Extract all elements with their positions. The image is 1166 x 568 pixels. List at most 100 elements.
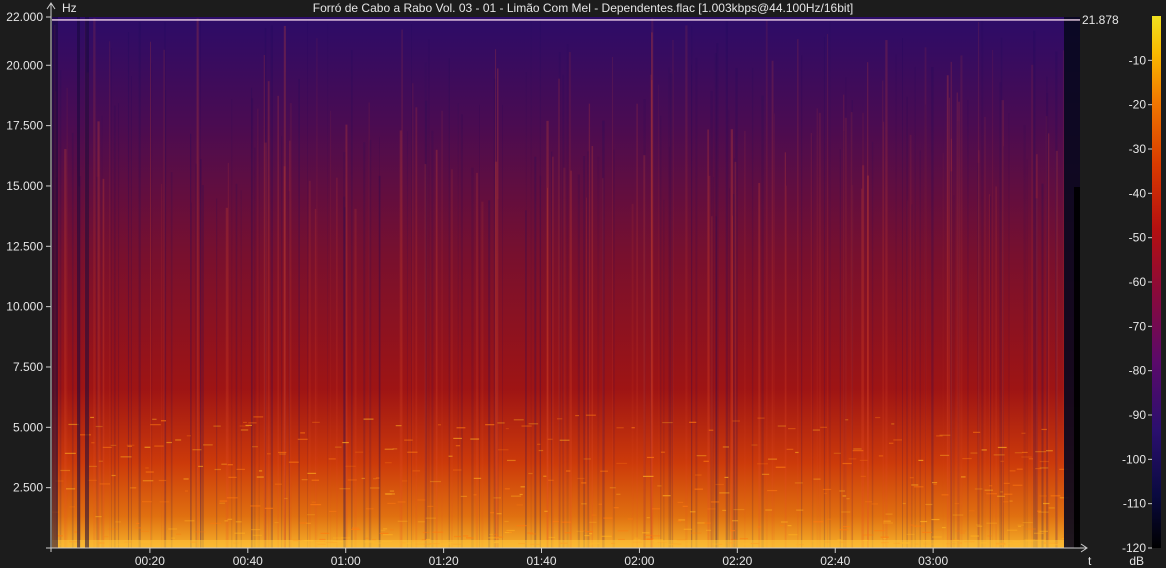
spectrogram-speckle <box>838 529 849 531</box>
spectrogram-streak <box>744 130 746 548</box>
spectrogram-streak <box>660 115 662 548</box>
spectrogram-speckle <box>339 488 351 490</box>
spectrogram-speckle <box>489 533 494 536</box>
y-tick-label: 10.000 <box>6 300 43 314</box>
spectrogram-speckle <box>361 477 365 480</box>
spectrogram-speckle <box>757 463 768 465</box>
spectrogram-speckle <box>984 489 993 491</box>
spectrogram-speckle <box>397 501 406 503</box>
spectrogram-streak <box>882 121 885 548</box>
chart-title: Forró de Cabo a Rabo Vol. 03 - 01 - Limã… <box>313 1 853 15</box>
spectrogram-streak <box>216 198 218 548</box>
spectrogram-speckle <box>490 512 495 514</box>
spectrogram-streak <box>424 62 427 549</box>
spectrogram-streak <box>730 129 733 548</box>
spectrogram-streak <box>308 180 311 548</box>
spectrogram-speckle <box>264 507 274 509</box>
spectrogram-speckle <box>662 495 671 497</box>
spectrogram-speckle <box>585 414 596 416</box>
spectrogram-speckle <box>618 538 625 541</box>
spectrogram-speckle <box>1003 501 1009 503</box>
spectrogram-streak <box>948 97 950 548</box>
spectrogram-streak <box>345 124 348 549</box>
spectrogram-speckle <box>111 474 116 477</box>
spectrogram-speckle <box>733 508 745 511</box>
y-tick-label: 22.000 <box>6 10 43 24</box>
spectrogram-speckle <box>724 476 729 479</box>
spectrogram-streak <box>751 67 754 548</box>
spectrogram-speckle <box>918 459 924 462</box>
spectrogram-speckle <box>69 506 76 508</box>
spectrogram-speckle <box>1009 500 1013 502</box>
spectrogram-speckle <box>384 448 394 450</box>
spectrogram-speckle <box>765 509 773 511</box>
spectrogram-speckle <box>219 500 228 502</box>
spectrogram-speckle <box>543 475 547 477</box>
spectrogram-speckle <box>970 452 978 454</box>
y-tick-label: 5.000 <box>13 420 43 434</box>
spectrogram-streak <box>368 102 370 548</box>
spectrogram-speckle <box>642 532 650 534</box>
spectrogram-streak <box>612 56 614 549</box>
spectrogram-speckle <box>880 536 889 538</box>
spectrogram-streak <box>497 68 499 548</box>
spectrogram-speckle <box>952 514 964 516</box>
spectrogram-streak <box>911 204 913 548</box>
colorbar-tick-label: -100 <box>1122 452 1146 466</box>
spectrogram-speckle <box>384 462 392 464</box>
spectrogram-streak <box>525 210 527 549</box>
spectrogram-streak <box>669 72 671 549</box>
spectrogram-speckle <box>779 524 784 527</box>
spectrogram-streak <box>225 207 228 548</box>
spectrogram-streak <box>710 90 713 548</box>
spectrogram-speckle <box>860 475 866 478</box>
spectrogram-speckle <box>236 468 245 471</box>
spectrogram-speckle <box>258 470 263 472</box>
spectrogram-streak <box>502 104 503 548</box>
spectrogram-speckle <box>506 530 510 532</box>
spectrogram-streak <box>258 110 260 549</box>
spectrogram-speckle <box>300 432 306 434</box>
spectrogram-streak <box>314 208 317 548</box>
spectrogram-speckle <box>417 521 425 523</box>
spectrogram-speckle <box>616 462 628 465</box>
spectrogram-speckle <box>691 532 702 534</box>
spectrogram-speckle <box>581 482 587 484</box>
spectrogram-speckle <box>922 531 933 533</box>
y-tick-label: 2.500 <box>13 481 43 495</box>
spectrogram-speckle <box>695 474 702 476</box>
spectrogram-speckle <box>925 503 933 506</box>
spectrogram-streak <box>307 18 308 548</box>
spectrogram-speckle <box>245 424 252 427</box>
spectrogram-speckle <box>932 536 942 538</box>
spectrogram-speckle <box>150 424 161 426</box>
spectrogram-streak <box>451 169 453 549</box>
spectrogram-streak <box>771 60 774 548</box>
spectrogram-speckle <box>186 435 192 437</box>
y-tick-label: 20.000 <box>6 58 43 72</box>
spectrogram-speckle <box>132 487 137 489</box>
spectrogram-streak <box>942 152 944 548</box>
spectrogram-streak <box>336 177 338 548</box>
spectrogram-speckle <box>1045 450 1053 452</box>
spectrogram-streak <box>399 130 402 549</box>
spectrogram-speckle <box>520 486 525 488</box>
spectrogram-speckle <box>873 530 885 532</box>
spectrogram-speckle <box>214 468 222 471</box>
spectrogram-streak <box>441 110 443 549</box>
spectrogram-speckle <box>95 425 103 428</box>
spectrogram-speckle <box>617 530 629 532</box>
spectrogram-speckle <box>706 529 712 531</box>
spectrogram-speckle <box>426 538 431 541</box>
spectrogram-speckle <box>888 442 894 444</box>
spectrogram-speckle <box>1035 467 1042 470</box>
spectrogram-speckle <box>780 521 788 523</box>
spectrogram-streak <box>257 108 259 548</box>
spectrogram-streak <box>631 203 634 548</box>
spectrogram-streak <box>428 39 430 548</box>
spectrogram-speckle <box>584 534 590 537</box>
spectrogram-streak <box>773 113 775 548</box>
spectrogram-speckle <box>997 446 1007 449</box>
spectrogram-speckle <box>914 525 925 527</box>
spectrogram-speckle <box>1039 530 1049 532</box>
